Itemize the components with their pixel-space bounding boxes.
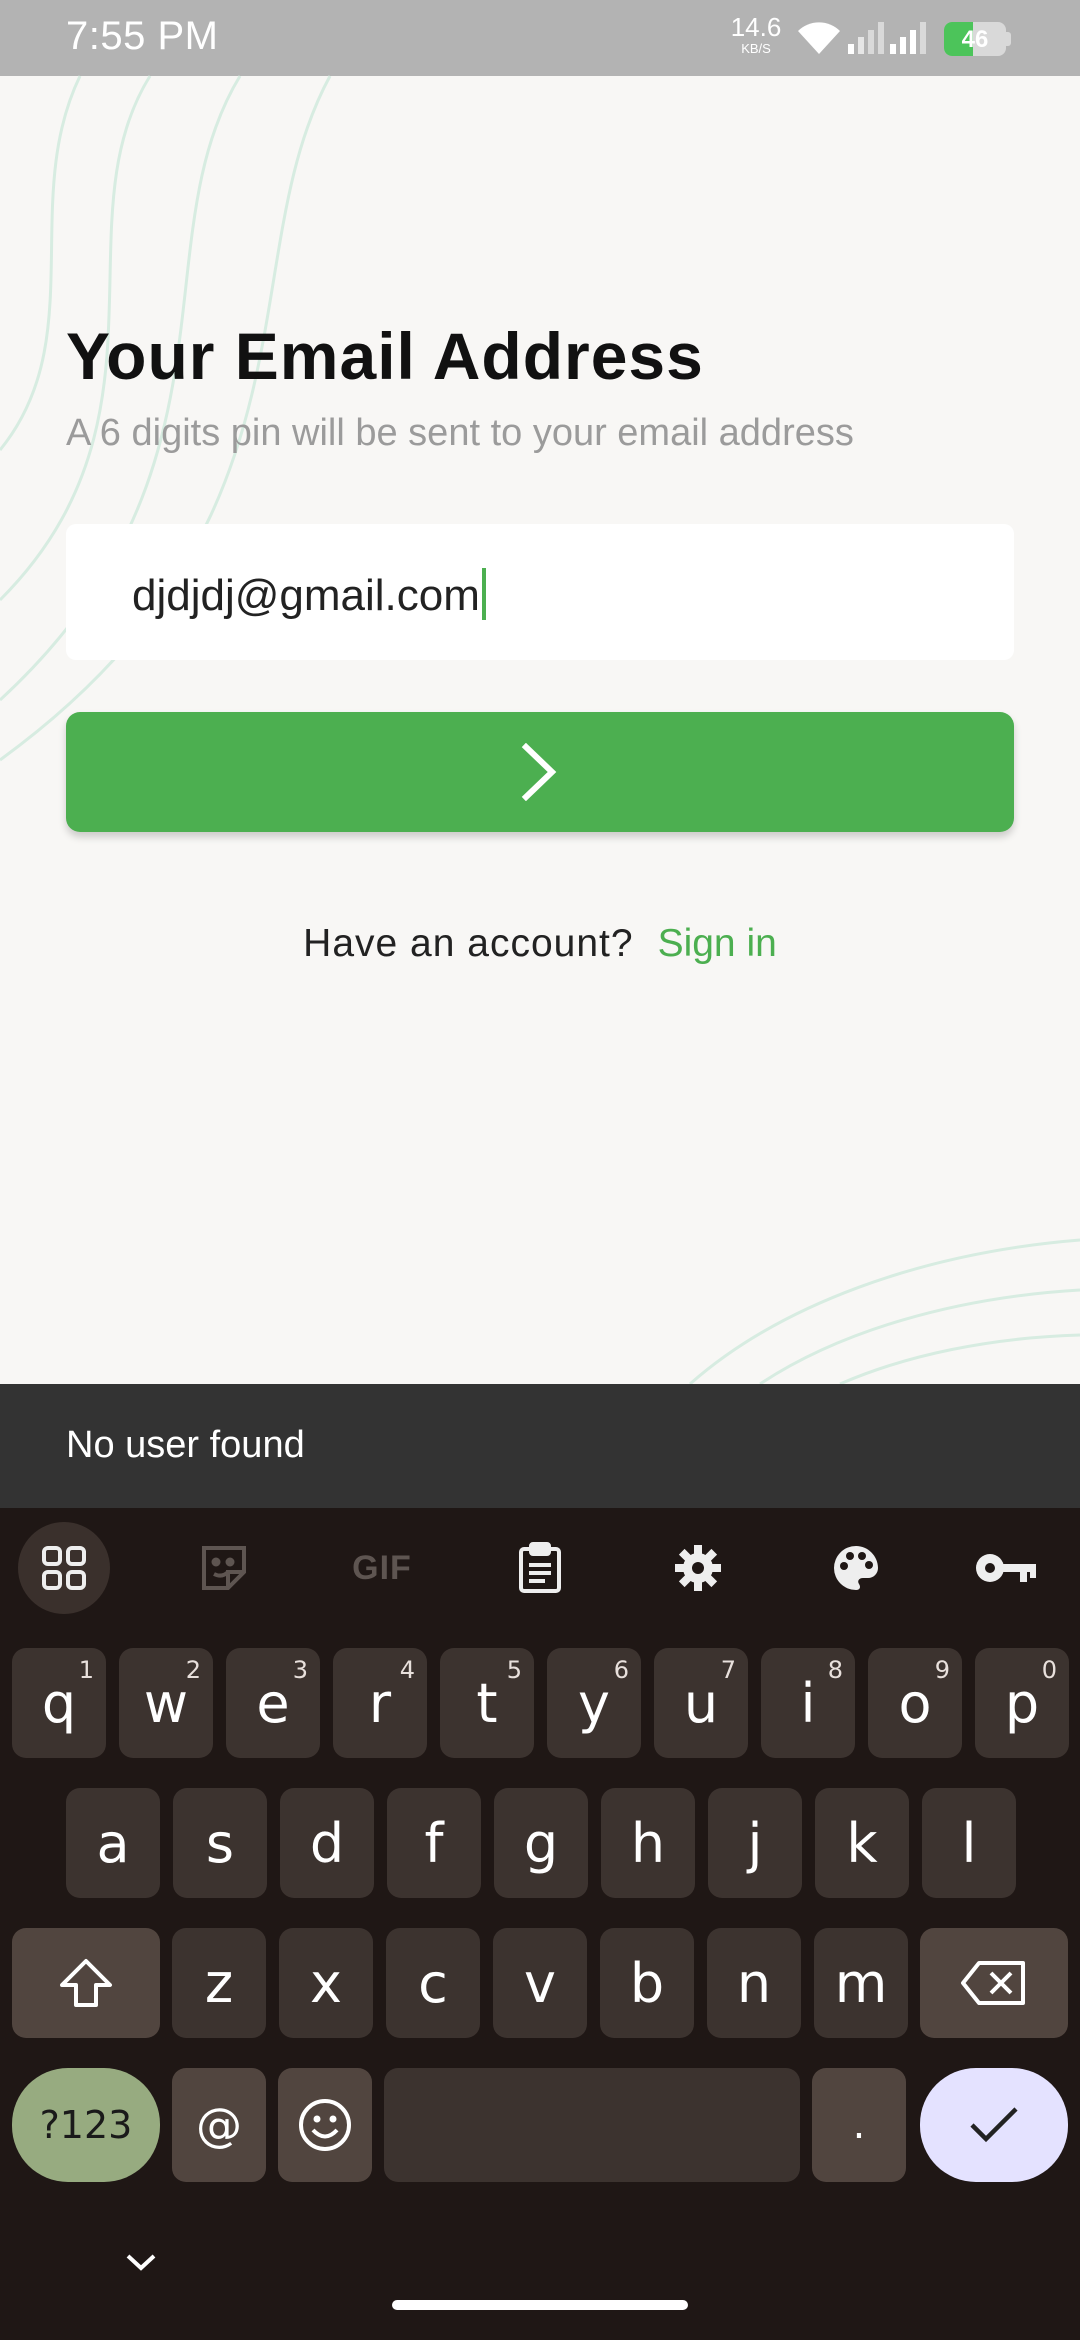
key-h[interactable]: h bbox=[601, 1788, 695, 1898]
key-label: c bbox=[418, 1951, 448, 2015]
key-c[interactable]: c bbox=[386, 1928, 480, 2038]
key-label: q bbox=[41, 1671, 77, 1735]
next-button[interactable] bbox=[66, 712, 1014, 832]
key-hint: 3 bbox=[292, 1656, 308, 1684]
key-label: z bbox=[204, 1951, 234, 2015]
key-label: u bbox=[683, 1671, 719, 1735]
page-title: Your Email Address bbox=[66, 319, 704, 393]
background-decoration bbox=[0, 75, 1080, 1384]
key-s[interactable]: s bbox=[173, 1788, 267, 1898]
key-e[interactable]: e3 bbox=[226, 1648, 320, 1758]
key-q[interactable]: q1 bbox=[12, 1648, 106, 1758]
at-key[interactable]: @ bbox=[172, 2068, 266, 2182]
key-p[interactable]: p0 bbox=[975, 1648, 1069, 1758]
key-y[interactable]: y6 bbox=[547, 1648, 641, 1758]
key-label: p bbox=[1004, 1671, 1040, 1735]
key-k[interactable]: k bbox=[815, 1788, 909, 1898]
key-j[interactable]: j bbox=[708, 1788, 802, 1898]
email-value: djdjdj@gmail.com bbox=[132, 571, 480, 620]
key-label: k bbox=[846, 1811, 878, 1875]
email-field[interactable]: djdjdj@gmail.com bbox=[66, 524, 1014, 660]
key-hint: 1 bbox=[78, 1656, 94, 1684]
key-r[interactable]: r4 bbox=[333, 1648, 427, 1758]
key-label: i bbox=[800, 1671, 816, 1735]
key-label: e bbox=[256, 1671, 290, 1735]
key-w[interactable]: w2 bbox=[119, 1648, 213, 1758]
key-d[interactable]: d bbox=[280, 1788, 374, 1898]
key-t[interactable]: t5 bbox=[440, 1648, 534, 1758]
palette-icon[interactable] bbox=[810, 1522, 902, 1614]
clipboard-icon[interactable] bbox=[494, 1522, 586, 1614]
key-label: n bbox=[736, 1951, 772, 2015]
period-key[interactable]: . bbox=[812, 2068, 906, 2182]
backspace-icon bbox=[961, 1961, 1025, 2005]
emoji-icon bbox=[299, 2099, 351, 2151]
key-hint: 4 bbox=[399, 1656, 415, 1684]
home-indicator[interactable] bbox=[392, 2300, 688, 2310]
key-hint: 5 bbox=[506, 1656, 522, 1684]
key-hint: 7 bbox=[720, 1656, 736, 1684]
key-b[interactable]: b bbox=[600, 1928, 694, 2038]
key-v[interactable]: v bbox=[493, 1928, 587, 2038]
sticker-icon[interactable] bbox=[178, 1522, 270, 1614]
key-label: j bbox=[747, 1811, 763, 1875]
key-label: l bbox=[961, 1811, 977, 1875]
key-x[interactable]: x bbox=[279, 1928, 373, 2038]
key-label: d bbox=[309, 1811, 345, 1875]
snackbar-message: No user found bbox=[66, 1424, 305, 1466]
keyboard-collapse-icon[interactable] bbox=[116, 2248, 166, 2278]
key-label: f bbox=[424, 1811, 444, 1875]
key-m[interactable]: m bbox=[814, 1928, 908, 2038]
gif-label: GIF bbox=[352, 1548, 412, 1587]
space-key[interactable] bbox=[384, 2068, 800, 2182]
key-l[interactable]: l bbox=[922, 1788, 1016, 1898]
key-f[interactable]: f bbox=[387, 1788, 481, 1898]
shift-icon bbox=[60, 1959, 112, 2007]
key-a[interactable]: a bbox=[66, 1788, 160, 1898]
have-account-text: Have an account? bbox=[303, 922, 634, 965]
key-label: h bbox=[630, 1811, 666, 1875]
key-g[interactable]: g bbox=[494, 1788, 588, 1898]
key-label: s bbox=[205, 1811, 235, 1875]
emoji-key[interactable] bbox=[278, 2068, 372, 2182]
done-key[interactable] bbox=[920, 2068, 1068, 2182]
gif-icon[interactable]: GIF bbox=[336, 1522, 428, 1614]
check-icon bbox=[970, 2107, 1018, 2143]
key-hint: 2 bbox=[185, 1656, 201, 1684]
key-icon[interactable] bbox=[960, 1522, 1052, 1614]
sign-in-link[interactable]: Sign in bbox=[658, 922, 777, 965]
key-hint: 8 bbox=[827, 1656, 843, 1684]
chevron-right-icon bbox=[521, 743, 557, 801]
key-i[interactable]: i8 bbox=[761, 1648, 855, 1758]
account-row: Have an account? Sign in bbox=[0, 922, 1080, 966]
keyboard: GIF q1w2 e 3 r 4 t 5 y 6 u 7 i 8 o 9 p 0… bbox=[0, 1508, 1080, 2340]
key-label: a bbox=[96, 1811, 130, 1875]
key-label: r bbox=[368, 1671, 392, 1735]
key-label: w bbox=[143, 1671, 189, 1735]
key-label: y bbox=[578, 1671, 610, 1735]
page-subtitle: A 6 digits pin will be sent to your emai… bbox=[66, 412, 854, 454]
key-label: x bbox=[310, 1951, 342, 2015]
key-label: o bbox=[898, 1671, 932, 1735]
key-z[interactable]: z bbox=[172, 1928, 266, 2038]
key-hint: 9 bbox=[934, 1656, 950, 1684]
key-hint: 0 bbox=[1041, 1656, 1057, 1684]
gear-icon[interactable] bbox=[652, 1522, 744, 1614]
text-cursor bbox=[481, 568, 486, 620]
key-label: v bbox=[524, 1951, 556, 2015]
key-label: g bbox=[523, 1811, 559, 1875]
backspace-key[interactable] bbox=[920, 1928, 1068, 2038]
key-u[interactable]: u7 bbox=[654, 1648, 748, 1758]
key-n[interactable]: n bbox=[707, 1928, 801, 2038]
shift-key[interactable] bbox=[12, 1928, 160, 2038]
key-label: t bbox=[476, 1671, 498, 1735]
apps-grid-icon[interactable] bbox=[18, 1522, 110, 1614]
key-o[interactable]: o9 bbox=[868, 1648, 962, 1758]
snackbar: No user found bbox=[0, 1384, 1080, 1508]
key-label: m bbox=[834, 1951, 888, 2015]
symbols-key[interactable]: ?123 bbox=[12, 2068, 160, 2182]
key-label: b bbox=[629, 1951, 665, 2015]
key-hint: 6 bbox=[613, 1656, 629, 1684]
